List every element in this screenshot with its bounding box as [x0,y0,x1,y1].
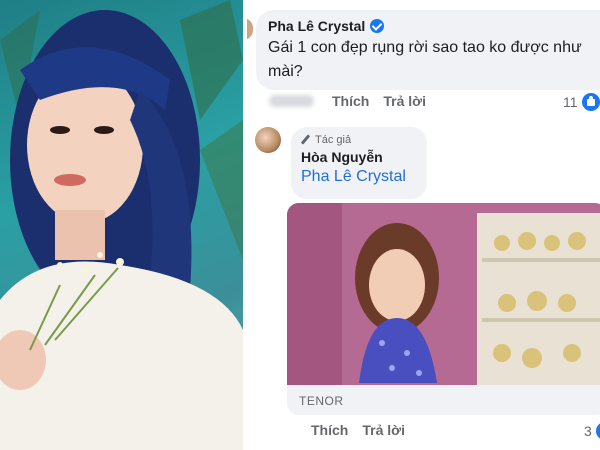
author-badge: Tác giả [301,134,417,146]
gif-image [287,203,600,385]
like-button[interactable]: Thích [332,93,369,109]
reaction-summary[interactable]: 11 [563,93,600,111]
comment-text: Gái 1 con đẹp rụng rời sao tao ko được n… [268,39,582,80]
timestamp-blurred [269,95,314,107]
portrait-photo [0,0,243,450]
comment-bubble: Pha Lê Crystal Gái 1 con đẹp rụng rời sa… [256,10,600,90]
mention-link[interactable]: Pha Lê Crystal [301,168,417,186]
reply-bubble: Tác giả Hòa Nguyễn Pha Lê Crystal [291,127,427,199]
like-icon [595,422,600,440]
comment-actions: Thích Trả lời [269,93,440,109]
pen-icon [301,135,311,145]
reply-like-button[interactable]: Thích [311,422,348,438]
comment-thread: Pha Lê Crystal Gái 1 con đẹp rụng rời sa… [247,0,600,450]
reply-reaction-count: 3 [584,423,592,439]
reply-reply-button[interactable]: Trả lời [362,422,405,438]
portrait-illustration [0,0,243,450]
reply-button[interactable]: Trả lời [383,93,426,109]
like-icon [581,93,600,111]
reply-reaction-summary[interactable]: 3 [584,422,600,440]
gif-attachment[interactable]: TENOR [287,203,600,415]
comment-author-row: Pha Lê Crystal [268,18,600,34]
reaction-count: 11 [563,94,578,110]
commenter-avatar[interactable] [247,18,253,40]
verified-badge-icon [370,19,385,33]
gif-source-label: TENOR [299,394,344,408]
reply-author-avatar[interactable] [255,127,281,153]
reply-author-name[interactable]: Hòa Nguyễn [301,149,417,165]
comment-author-name[interactable]: Pha Lê Crystal [268,18,365,34]
author-badge-label: Tác giả [315,134,352,146]
reply-actions: Thích Trả lời [311,422,419,438]
